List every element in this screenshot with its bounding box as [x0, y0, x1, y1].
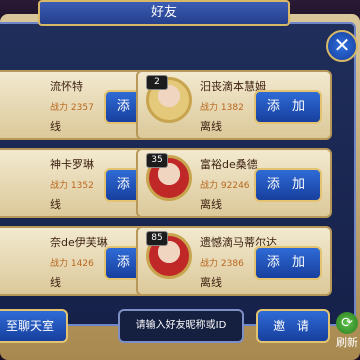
avatar: 85	[146, 231, 192, 289]
friend-card: 2 汨丧滴本慧姆 战力 1382 离线 添 加	[136, 70, 332, 140]
friend-card: 85 遗憾滴马蒂尔达 战力 2386 离线 添 加	[136, 226, 332, 296]
level-badge: 85	[146, 231, 168, 246]
avatar: 2	[146, 75, 192, 133]
friend-status: 线	[50, 120, 61, 133]
refresh-icon: ⟳	[336, 312, 358, 334]
close-icon: ✕	[333, 33, 351, 57]
friend-power: 战力 1382	[200, 103, 244, 113]
friend-name: 奈de伊芙琳	[50, 236, 108, 249]
avatar: 35	[146, 153, 192, 211]
level-badge: 35	[146, 153, 168, 168]
friend-name: 流怀特	[50, 80, 83, 93]
friend-card: 35 富裕de桑德 战力 92246 离线 添 加	[136, 148, 332, 218]
page-title: 好友	[38, 0, 290, 26]
friend-name: 富裕de桑德	[200, 158, 258, 171]
add-friend-button[interactable]: 添 加	[254, 90, 322, 124]
friend-power: 战力 1426	[50, 259, 94, 269]
friend-status: 离线	[200, 120, 222, 133]
chat-room-button[interactable]: 至聊天室	[0, 309, 68, 343]
friend-power: 战力 92246	[200, 181, 250, 191]
add-friend-button[interactable]: 添 加	[254, 246, 322, 280]
search-input[interactable]: 请输入好友昵称或ID	[118, 309, 244, 343]
close-button[interactable]: ✕	[326, 30, 358, 62]
friend-power: 战力 2357	[50, 103, 94, 113]
friend-power: 战力 2386	[200, 259, 244, 269]
invite-button[interactable]: 邀 请	[256, 309, 330, 343]
refresh-button[interactable]: ⟳ 刷新	[336, 312, 360, 349]
friend-status: 离线	[200, 198, 222, 211]
friend-status: 离线	[200, 276, 222, 289]
friend-power: 战力 1352	[50, 181, 94, 191]
friend-name: 神卡罗琳	[50, 158, 94, 171]
level-badge: 2	[146, 75, 168, 90]
refresh-label: 刷新	[336, 336, 358, 349]
add-friend-button[interactable]: 添 加	[254, 168, 322, 202]
friend-status: 线	[50, 198, 61, 211]
friend-status: 线	[50, 276, 61, 289]
